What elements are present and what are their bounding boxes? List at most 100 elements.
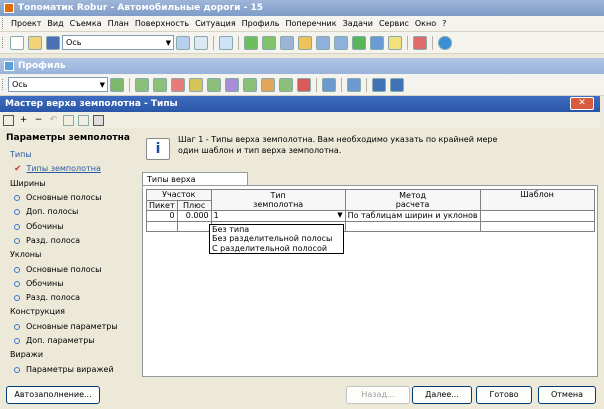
menu-item-help[interactable]: ? [439, 19, 449, 28]
zoom-in-icon[interactable] [316, 35, 330, 50]
cell-type-combo[interactable]: 1 ▼ [210, 210, 346, 222]
profile-table-icon[interactable] [279, 77, 293, 92]
cancel-button[interactable]: Отмена [538, 386, 596, 404]
nav-item-widths-main-lanes[interactable]: Основные полосы [0, 191, 138, 205]
list-icon[interactable] [413, 35, 427, 50]
highlight-icon[interactable] [388, 35, 402, 50]
menu-item-cross-section[interactable]: Поперечник [283, 19, 340, 28]
open-template-icon[interactable] [3, 114, 14, 126]
nav-group-construction[interactable]: Конструкция [0, 305, 138, 319]
nav-item-superelevation-params[interactable]: Параметры виражей [0, 362, 138, 376]
done-button[interactable]: Готово [476, 386, 532, 404]
pan-icon[interactable] [244, 35, 258, 50]
menu-item-situation[interactable]: Ситуация [192, 19, 239, 28]
profile-settings-icon[interactable] [372, 77, 386, 92]
next-button[interactable]: Далее... [412, 386, 472, 404]
menu-item-tasks[interactable]: Задачи [340, 19, 376, 28]
back-button[interactable]: Назад... [346, 386, 410, 404]
cell-empty[interactable] [479, 220, 595, 232]
layers-icon[interactable] [370, 35, 384, 50]
profile-line-icon[interactable] [153, 77, 167, 92]
nav-item-widths-shoulders[interactable]: Обочины [0, 219, 138, 233]
toolbar-separator [366, 77, 367, 92]
menu-item-plan[interactable]: План [105, 19, 132, 28]
new-icon[interactable] [10, 35, 24, 50]
menu-item-project[interactable]: Проект [8, 19, 44, 28]
toolbar-grip[interactable] [2, 37, 5, 48]
menu-item-surface[interactable]: Поверхность [132, 19, 192, 28]
profile-chart-icon[interactable] [261, 77, 275, 92]
dropdown-option-no-type[interactable]: Без типа [212, 225, 343, 234]
nav-item-construction-extra[interactable]: Доп. параметры [0, 334, 138, 348]
profile-grade-icon[interactable] [225, 77, 239, 92]
undo-icon[interactable] [219, 35, 233, 50]
edit-icon[interactable] [194, 35, 208, 50]
profile-curve-icon[interactable] [189, 77, 203, 92]
wizard-toolbar: + − ↶ [0, 112, 600, 128]
paste-icon[interactable] [78, 114, 89, 126]
hand-icon[interactable] [298, 35, 312, 50]
profile-object-combo[interactable]: Ось ▼ [8, 77, 108, 92]
cell-empty[interactable] [146, 220, 178, 232]
zoom-window-icon[interactable] [280, 35, 294, 50]
undo-icon[interactable]: ↶ [48, 115, 59, 126]
wizard-title-bar: Мастер верха земполотна - Типы ✕ [0, 96, 600, 112]
nav-group-types[interactable]: Типы [0, 148, 138, 162]
copy-icon[interactable] [63, 114, 74, 126]
table-row[interactable]: 0 0.000 1 ▼ По таблицам ширин и уклонов [146, 210, 595, 222]
add-icon[interactable]: + [18, 115, 29, 126]
nav-group-superelevation[interactable]: Виражи [0, 348, 138, 362]
properties-icon[interactable] [176, 35, 190, 50]
nav-item-subgrade-types[interactable]: ✔ Типы земполотна [0, 162, 138, 176]
autofill-button[interactable]: Автозаполнение... [6, 386, 100, 404]
profile-window-icon[interactable] [347, 77, 361, 92]
menu-item-service[interactable]: Сервис [376, 19, 412, 28]
dropdown-option-with-median[interactable]: С разделительной полосой [212, 244, 343, 253]
chevron-down-icon: ▼ [99, 81, 105, 89]
cell-piket[interactable]: 0 [146, 210, 178, 222]
nav-item-widths-median[interactable]: Разд. полоса [0, 234, 138, 248]
nav-item-label: Основные полосы [26, 193, 102, 203]
zoom-out-icon[interactable] [334, 35, 348, 50]
chevron-down-icon[interactable]: ▼ [337, 211, 342, 219]
profile-flag-icon[interactable] [297, 77, 311, 92]
cell-empty[interactable] [176, 220, 212, 232]
cell-method[interactable]: По таблицам ширин и уклонов [344, 210, 481, 222]
remove-icon[interactable]: − [33, 115, 44, 126]
menu-item-profile[interactable]: Профиль [239, 19, 283, 28]
profile-export-icon[interactable] [322, 77, 336, 92]
cell-template[interactable] [479, 210, 595, 222]
menu-grip[interactable] [2, 18, 5, 29]
menu-item-window[interactable]: Окно [412, 19, 439, 28]
menu-item-view[interactable]: Вид [44, 19, 66, 28]
tab-subgrade-types[interactable]: Типы верха земполотна [142, 172, 248, 197]
nav-item-construction-main[interactable]: Основные параметры [0, 320, 138, 334]
nav-group-slopes[interactable]: Уклоны [0, 248, 138, 262]
nav-item-slopes-median[interactable]: Разд. полоса [0, 291, 138, 305]
profile-grid-icon[interactable] [390, 77, 404, 92]
zoom-extent-icon[interactable] [262, 35, 276, 50]
nav-item-slopes-main-lanes[interactable]: Основные полосы [0, 262, 138, 276]
profile-tool-icon[interactable] [110, 77, 124, 92]
save-icon[interactable] [46, 35, 60, 50]
refresh-icon[interactable] [352, 35, 366, 50]
profile-line-icon[interactable] [135, 77, 149, 92]
close-button[interactable]: ✕ [570, 97, 594, 110]
nav-item-slopes-shoulders[interactable]: Обочины [0, 277, 138, 291]
table-icon[interactable] [93, 114, 104, 126]
nav-group-widths[interactable]: Ширины [0, 177, 138, 191]
object-combo[interactable]: Ось ▼ [62, 35, 174, 50]
cell-empty[interactable] [344, 220, 481, 232]
open-folder-icon[interactable] [28, 35, 42, 50]
cell-plus[interactable]: 0.000 [176, 210, 212, 222]
globe-icon[interactable] [438, 35, 452, 50]
nav-item-label: Обочины [26, 278, 64, 288]
toolbar-grip[interactable] [2, 79, 5, 90]
profile-line-icon[interactable] [243, 77, 257, 92]
dropdown-option-no-median[interactable]: Без разделительной полосы [212, 234, 343, 243]
nav-item-label: Доп. параметры [26, 336, 95, 345]
nav-item-widths-extra-lanes[interactable]: Доп. полосы [0, 205, 138, 219]
profile-delete-icon[interactable] [171, 77, 185, 92]
menu-item-survey[interactable]: Съемка [67, 19, 105, 28]
profile-line-icon[interactable] [207, 77, 221, 92]
